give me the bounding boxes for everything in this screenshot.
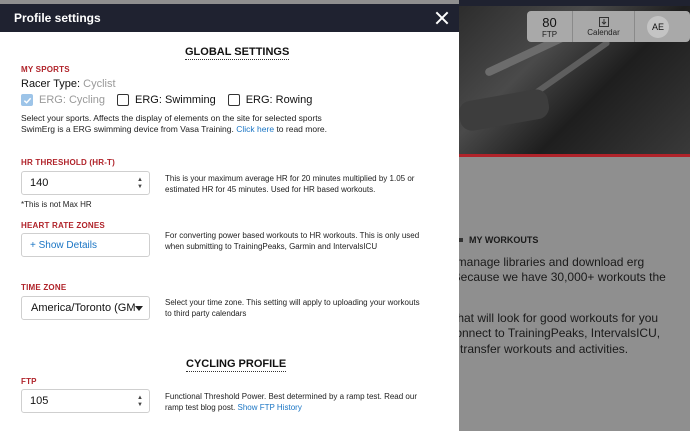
- sports-help-line2-wrap: SwimErg is a ERG swimming device from Va…: [21, 124, 327, 135]
- hr-threshold-help-line2: estimated HR for 45 minutes. Used for HR…: [165, 185, 376, 194]
- hr-threshold-help-line1: This is your maximum average HR for 20 m…: [165, 174, 415, 183]
- sport-erg-rowing[interactable]: ERG: Rowing: [227, 94, 313, 106]
- page-header-strip: [459, 0, 690, 6]
- ftp-value: 105: [30, 395, 49, 407]
- hero-divider: [459, 154, 690, 157]
- sports-help: Select your sports. Affects the display …: [21, 113, 327, 135]
- sport-erg-cycling-label: ERG: Cycling: [39, 94, 106, 106]
- hr-zones-help: For converting power based workouts to H…: [165, 230, 419, 252]
- hr-zones-label: HEART RATE ZONES: [21, 221, 105, 230]
- timezone-value: America/Toronto (GM: [31, 302, 135, 314]
- timezone-help: Select your time zone. This setting will…: [165, 297, 420, 319]
- nav-calendar[interactable]: Calendar: [573, 11, 635, 42]
- sports-help-tail: to read more.: [276, 124, 327, 134]
- modal-header: Profile settings: [0, 4, 459, 32]
- sport-erg-swimming-label: ERG: Swimming: [135, 94, 216, 106]
- show-ftp-history-link[interactable]: Show FTP History: [238, 403, 302, 412]
- nav-ftp-label: FTP: [541, 29, 558, 39]
- sport-erg-cycling[interactable]: ERG: Cycling: [21, 94, 105, 106]
- show-details-button[interactable]: + Show Details: [21, 233, 150, 257]
- check-icon: [23, 97, 31, 104]
- bg-text-line: te, manage libraries and download erg: [440, 255, 645, 269]
- racer-type-label: Racer Type:: [21, 78, 81, 90]
- sports-help-line2: SwimErg is a ERG swimming device from Va…: [21, 124, 234, 134]
- my-workouts-heading-text: MY WORKOUTS: [469, 235, 539, 245]
- checkbox-erg-cycling[interactable]: [21, 94, 33, 106]
- my-sports-label: MY SPORTS: [21, 65, 70, 74]
- top-nav: 80 FTP Calendar AE: [527, 11, 690, 42]
- racer-type: Racer Type: Cyclist: [21, 78, 116, 90]
- hr-threshold-label: HR THRESHOLD (HR-T): [21, 158, 116, 167]
- hr-threshold-input[interactable]: 140 ▲ ▼: [21, 171, 150, 195]
- sports-checkboxes: ERG: Cycling ERG: Swimming ERG: Rowing: [21, 94, 324, 106]
- nav-ftp[interactable]: 80 FTP: [527, 11, 573, 42]
- timezone-help-line2: to third party calendars: [165, 309, 247, 318]
- timezone-label: TIME ZONE: [21, 283, 67, 292]
- ftp-help-line1: Functional Threshold Power. Best determi…: [165, 392, 417, 401]
- sports-help-line1: Select your sports. Affects the display …: [21, 113, 322, 123]
- my-workouts-heading: MY WORKOUTS: [455, 235, 538, 245]
- cycling-profile-title: CYCLING PROFILE: [186, 358, 287, 372]
- bg-text-line: re that will look for good workouts for …: [440, 311, 659, 325]
- ftp-label: FTP: [21, 377, 37, 386]
- close-icon[interactable]: [435, 11, 449, 25]
- sport-erg-rowing-label: ERG: Rowing: [245, 94, 313, 106]
- bg-text-line: s connect to TrainingPeaks, IntervalsICU…: [440, 326, 661, 340]
- hr-threshold-stepper[interactable]: ▲ ▼: [137, 177, 143, 190]
- ftp-help: Functional Threshold Power. Best determi…: [165, 391, 417, 413]
- bg-text-line: transfer workouts and activities.: [460, 342, 629, 356]
- hr-zones-help-line1: For converting power based workouts to H…: [165, 231, 420, 240]
- modal-title: Profile settings: [14, 11, 101, 25]
- nav-calendar-label: Calendar: [587, 28, 620, 37]
- profile-settings-modal: Profile settings GLOBAL SETTINGS MY SPOR…: [0, 4, 459, 431]
- timezone-select[interactable]: America/Toronto (GM: [21, 296, 150, 320]
- hr-zones-help-line2: when submitting to TrainingPeaks, Garmin…: [165, 242, 378, 251]
- racer-type-value: Cyclist: [83, 78, 116, 90]
- ftp-help-line2-wrap: ramp test blog post. Show FTP History: [165, 402, 417, 413]
- timezone-help-line1: Select your time zone. This setting will…: [165, 298, 420, 307]
- nav-ftp-value: 80: [542, 14, 557, 30]
- ftp-help-line2: ramp test blog post.: [165, 403, 236, 412]
- ftp-input[interactable]: 105 ▲ ▼: [21, 389, 150, 413]
- sports-help-link[interactable]: Click here: [236, 124, 274, 134]
- sport-erg-swimming[interactable]: ERG: Swimming: [117, 94, 216, 106]
- hr-threshold-note: *This is not Max HR: [21, 200, 92, 209]
- chevron-down-icon: [135, 306, 143, 311]
- checkbox-erg-swimming[interactable]: [117, 94, 130, 106]
- hr-threshold-value: 140: [30, 177, 49, 189]
- global-settings-title: GLOBAL SETTINGS: [185, 46, 290, 60]
- hr-threshold-help: This is your maximum average HR for 20 m…: [165, 173, 414, 195]
- avatar[interactable]: AE: [647, 15, 669, 38]
- ftp-stepper[interactable]: ▲ ▼: [137, 395, 143, 408]
- calendar-icon: [598, 17, 609, 27]
- bg-text-line: s. Because we have 30,000+ workouts the: [440, 270, 666, 284]
- checkbox-erg-rowing[interactable]: [227, 94, 240, 106]
